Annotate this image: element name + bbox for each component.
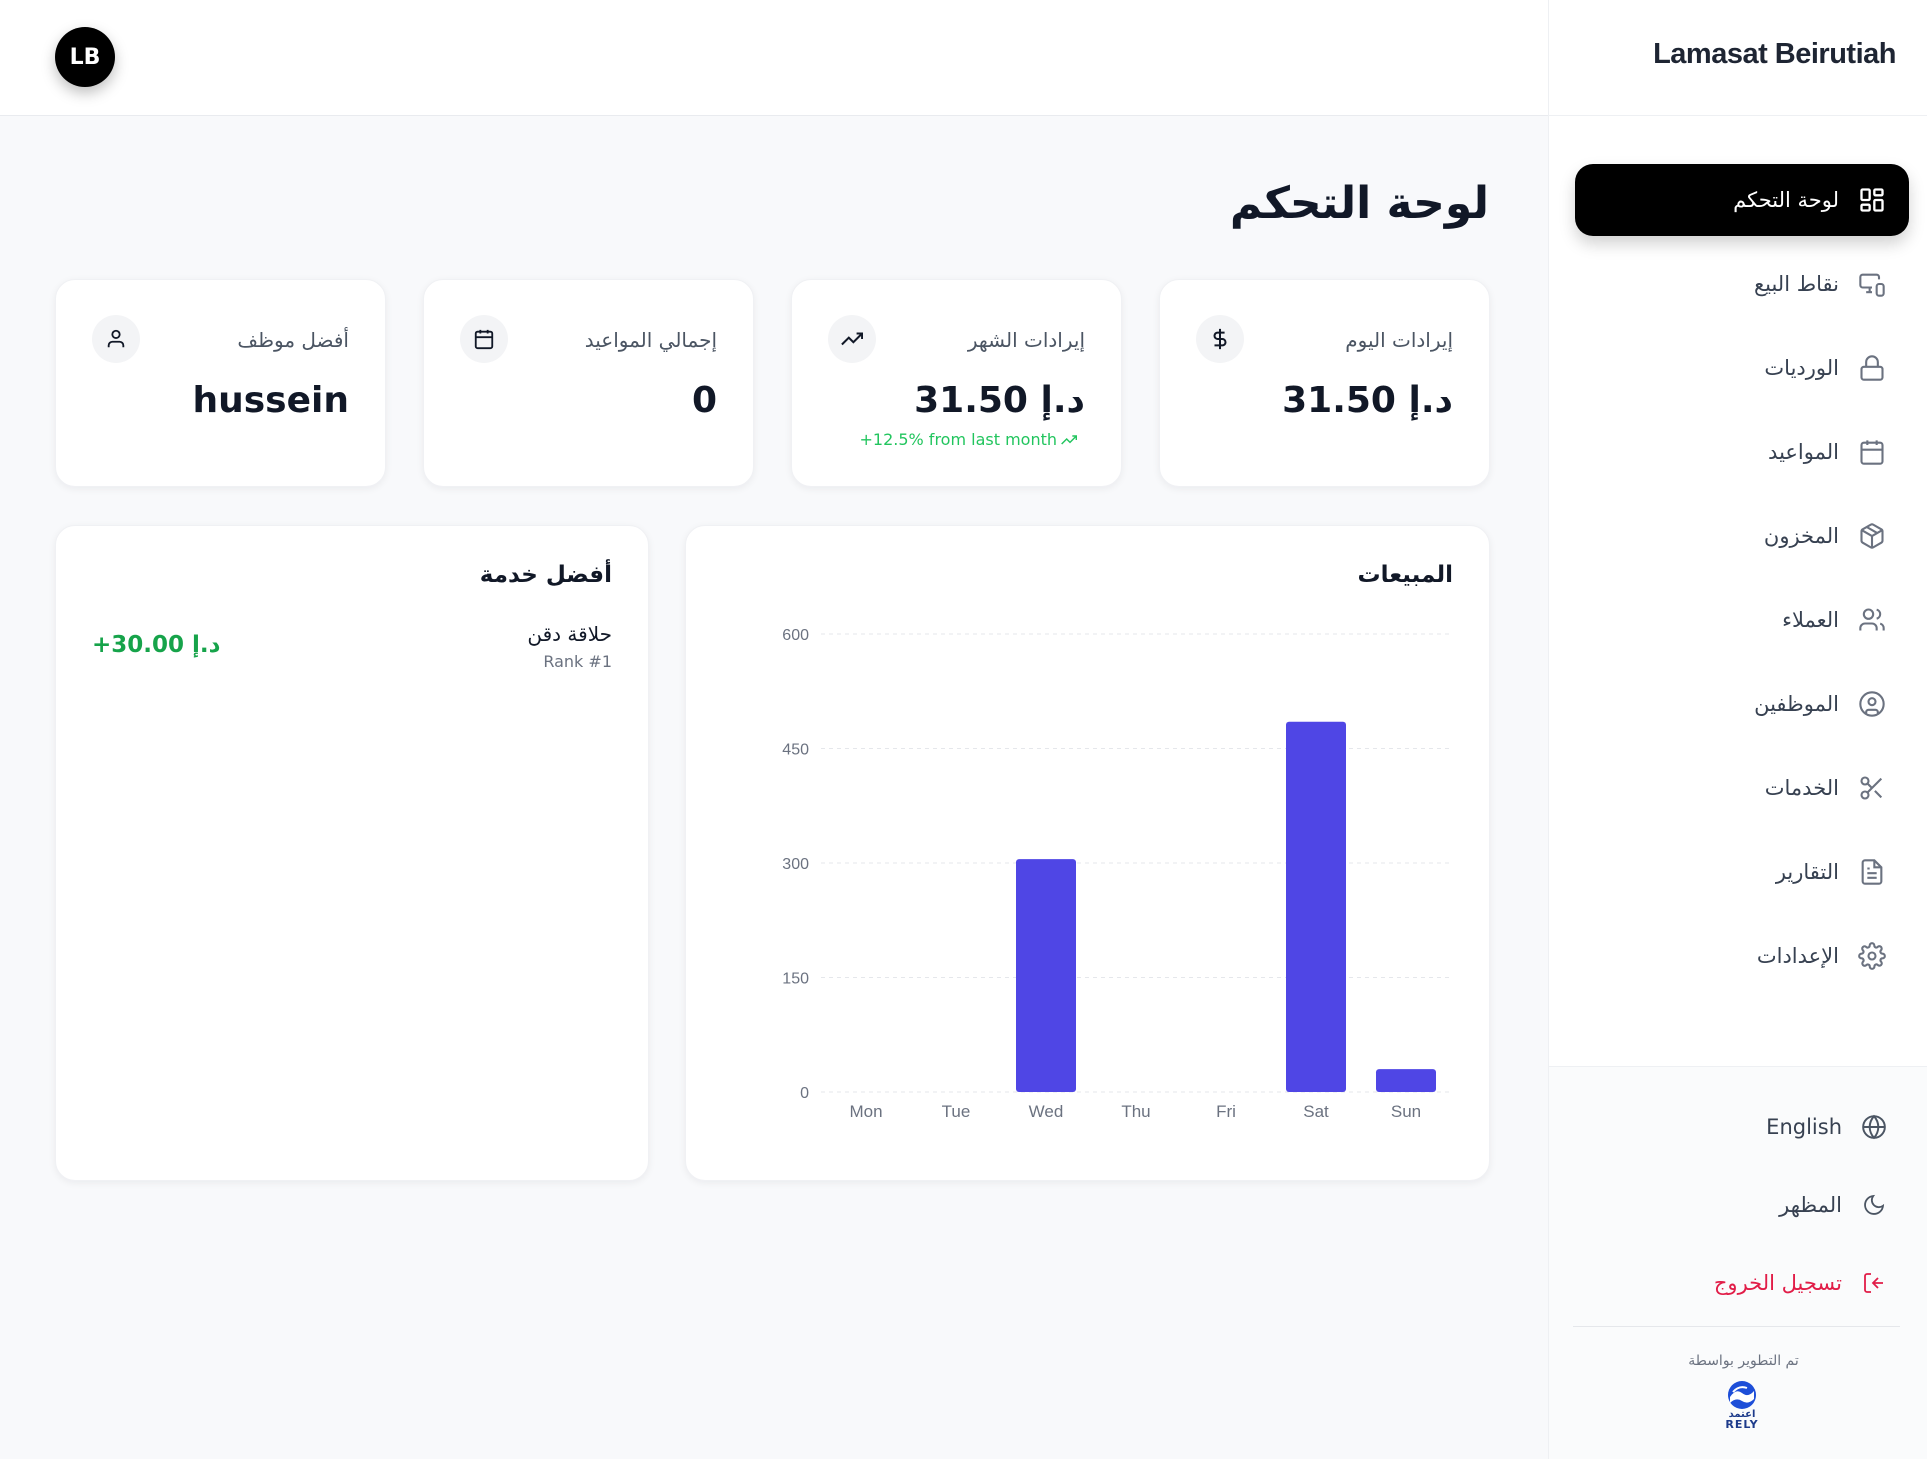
stat-card-total-appointments: إجمالي المواعيد 0 <box>423 279 754 487</box>
sidebar-item-employees[interactable]: الموظفين <box>1575 668 1909 740</box>
divider <box>1573 1326 1900 1327</box>
stat-value: 31.50 د.إ <box>914 380 1085 421</box>
stat-label: إيرادات اليوم <box>1345 328 1453 352</box>
top-bar: LB <box>0 0 1548 116</box>
y-tick-label: 150 <box>782 971 809 988</box>
stat-label: إيرادات الشهر <box>967 328 1085 352</box>
stat-label: أفضل موظف <box>237 328 349 352</box>
sidebar-item-label: نقاط البيع <box>1753 272 1839 296</box>
stat-value: hussein <box>192 380 350 421</box>
bar-sun <box>1376 1069 1436 1092</box>
top-service-title: أفضل خدمة <box>479 562 612 588</box>
stat-card-today-revenue: إيرادات اليوم 31.50 د.إ <box>1159 279 1490 487</box>
lock-icon <box>1857 353 1887 383</box>
users-icon <box>1857 605 1887 635</box>
sales-chart-card: المبيعات 0 150 300 450 600 Mon Tue Wed Thu Fri Sat… <box>685 525 1490 1181</box>
globe-icon <box>1860 1113 1888 1141</box>
file-text-icon <box>1857 857 1887 887</box>
brand-name: Lamasat Beirutiah <box>1653 38 1896 70</box>
x-tick-label: Mon <box>849 1102 882 1121</box>
rely-logo[interactable]: اعتمد RELY <box>1719 1379 1765 1435</box>
sidebar-item-appointments[interactable]: المواعيد <box>1575 416 1909 488</box>
user-avatar[interactable]: LB <box>55 27 115 87</box>
bar-sat <box>1286 721 1346 1092</box>
sidebar-item-shifts[interactable]: الورديات <box>1575 332 1909 404</box>
stat-value: 31.50 د.إ <box>1282 380 1453 421</box>
sales-bar-chart: 0 150 300 450 600 Mon Tue Wed Thu Fri Sat Sun <box>782 627 1451 1121</box>
dollar-icon <box>1196 315 1244 363</box>
sidebar-item-label: المخزون <box>1763 524 1839 548</box>
appearance-toggle[interactable]: المظهر <box>1779 1191 1888 1219</box>
rely-logo-word: RELY <box>1725 1418 1759 1431</box>
rely-logo-mark <box>1728 1381 1756 1409</box>
sidebar-item-label: الموظفين <box>1754 692 1839 716</box>
sidebar-item-label: المواعيد <box>1768 440 1839 464</box>
language-label: English <box>1766 1115 1842 1139</box>
appearance-label: المظهر <box>1779 1193 1842 1217</box>
service-amount: +30.00 د.إ <box>92 632 221 658</box>
page-title: لوحة التحكم <box>1229 178 1489 229</box>
scissors-icon <box>1857 773 1887 803</box>
y-tick-label: 0 <box>800 1085 809 1102</box>
logout-icon <box>1860 1269 1888 1297</box>
stat-value: 0 <box>691 380 717 421</box>
sidebar-footer: English المظهر تسجيل الخروج تم التطوير ب… <box>1549 1066 1927 1459</box>
moon-icon <box>1860 1191 1888 1219</box>
x-tick-label: Fri <box>1216 1102 1236 1121</box>
language-toggle[interactable]: English <box>1766 1113 1888 1141</box>
sidebar-nav: لوحة التحكم نقاط البيع الورديات المواعيد… <box>1575 164 1909 1004</box>
sidebar-item-label: الخدمات <box>1764 776 1839 800</box>
developed-by-text: تم التطوير بواسطة <box>1688 1353 1799 1369</box>
calendar-icon <box>460 315 508 363</box>
sidebar-item-label: التقارير <box>1775 860 1839 884</box>
dashboard-grid-icon <box>1857 185 1887 215</box>
sidebar-item-dashboard[interactable]: لوحة التحكم <box>1575 164 1909 236</box>
bar-wed <box>1016 859 1076 1092</box>
sidebar-item-inventory[interactable]: المخزون <box>1575 500 1909 572</box>
y-tick-label: 450 <box>782 742 809 759</box>
sidebar-item-pos[interactable]: نقاط البيع <box>1575 248 1909 320</box>
logout-label: تسجيل الخروج <box>1713 1271 1842 1295</box>
sidebar-item-customers[interactable]: العملاء <box>1575 584 1909 656</box>
sidebar: Lamasat Beirutiah لوحة التحكم نقاط البيع… <box>1548 0 1927 1459</box>
x-tick-label: Tue <box>942 1102 971 1121</box>
sidebar-item-label: الورديات <box>1764 356 1839 380</box>
x-tick-label: Thu <box>1121 1102 1150 1121</box>
sidebar-item-reports[interactable]: التقارير <box>1575 836 1909 908</box>
stat-label: إجمالي المواعيد <box>584 328 717 352</box>
trend-indicator: +12.5% from last month <box>859 430 1081 449</box>
divider <box>1549 115 1927 116</box>
service-name: حلاقة دقن <box>527 622 612 646</box>
stat-card-top-employee: أفضل موظف hussein <box>55 279 386 487</box>
gear-icon <box>1857 941 1887 971</box>
x-tick-label: Wed <box>1029 1102 1064 1121</box>
trend-text: +12.5% from last month <box>859 430 1057 449</box>
top-service-card: أفضل خدمة حلاقة دقن Rank #1 +30.00 د.إ <box>55 525 649 1181</box>
sidebar-item-label: لوحة التحكم <box>1733 188 1839 212</box>
logout-button[interactable]: تسجيل الخروج <box>1714 1269 1888 1297</box>
user-icon <box>92 315 140 363</box>
package-icon <box>1857 521 1887 551</box>
sidebar-item-settings[interactable]: الإعدادات <box>1575 920 1909 992</box>
trending-up-small-icon <box>1057 432 1077 448</box>
sidebar-item-label: الإعدادات <box>1756 944 1839 968</box>
x-tick-label: Sat <box>1303 1102 1329 1121</box>
pos-devices-icon <box>1857 269 1887 299</box>
stat-card-month-revenue: إيرادات الشهر 31.50 د.إ +12.5% from last… <box>791 279 1122 487</box>
user-circle-icon <box>1857 689 1887 719</box>
y-tick-label: 300 <box>782 856 809 873</box>
calendar-icon <box>1857 437 1887 467</box>
trending-up-icon <box>828 315 876 363</box>
y-tick-label: 600 <box>782 627 809 644</box>
service-rank: Rank #1 <box>543 652 612 671</box>
sidebar-item-services[interactable]: الخدمات <box>1575 752 1909 824</box>
sidebar-item-label: العملاء <box>1782 608 1839 632</box>
x-tick-label: Sun <box>1391 1102 1421 1121</box>
